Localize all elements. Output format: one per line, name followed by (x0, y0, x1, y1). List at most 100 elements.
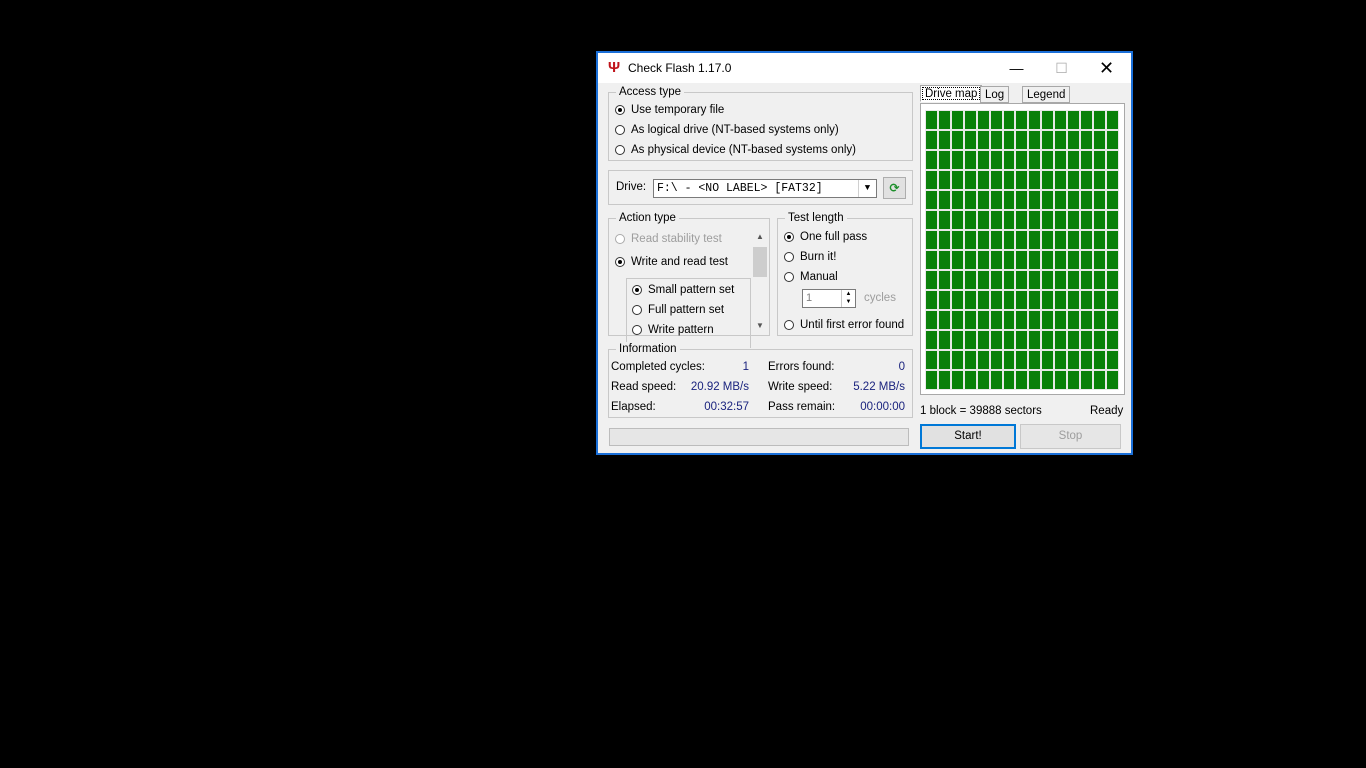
drive-map-block (976, 130, 990, 150)
radio-icon[interactable] (632, 325, 642, 335)
stepper-arrows-icon[interactable]: ▲ ▼ (841, 290, 855, 307)
access-logical-drive-option[interactable]: As logical drive (NT-based systems only) (615, 122, 839, 138)
radio-icon[interactable] (615, 125, 625, 135)
start-button[interactable]: Start! (920, 424, 1016, 449)
one-full-pass-option[interactable]: One full pass (784, 229, 867, 245)
until-first-error-option[interactable]: Until first error found (784, 317, 904, 333)
small-pattern-option[interactable]: Small pattern set (632, 282, 734, 298)
scroll-thumb[interactable] (753, 247, 767, 277)
radio-icon[interactable] (784, 272, 794, 282)
pattern-subgroup: Small pattern set Full pattern set Write… (626, 278, 751, 348)
write-read-option[interactable]: Write and read test (615, 254, 728, 270)
drive-map-block (925, 270, 938, 290)
burn-it-option[interactable]: Burn it! (784, 249, 836, 265)
drive-map-block (1002, 110, 1016, 130)
drive-map-block (925, 350, 938, 370)
drive-map-block (976, 330, 990, 350)
drive-map-block (1080, 290, 1093, 310)
radio-icon[interactable] (615, 257, 625, 267)
action-scrollbar[interactable]: ▲ ▼ (752, 229, 768, 334)
title-bar[interactable]: Ψ Check Flash 1.17.0 — ☐ ✕ (598, 53, 1131, 83)
drive-map-block (950, 170, 964, 190)
drive-map-block (1105, 370, 1119, 390)
write-speed-value: 5.22 MB/s (853, 381, 905, 393)
drive-map-block (976, 310, 990, 330)
minimize-button[interactable]: — (994, 53, 1039, 83)
pass-remain-label: Pass remain: (768, 401, 836, 413)
drive-map-block (989, 350, 1003, 370)
close-button[interactable]: ✕ (1084, 53, 1129, 83)
elapsed-label: Elapsed: (611, 401, 656, 413)
drive-map-block (1105, 290, 1119, 310)
radio-icon[interactable] (632, 305, 642, 315)
maximize-button[interactable]: ☐ (1039, 53, 1084, 83)
drive-map-block (1028, 110, 1042, 130)
radio-icon[interactable] (784, 320, 794, 330)
drive-map-block (1015, 350, 1029, 370)
drive-map-block (976, 190, 990, 210)
radio-icon[interactable] (784, 232, 794, 242)
drive-map-block (1105, 170, 1119, 190)
refresh-button[interactable]: ⟳ (883, 177, 906, 199)
errors-found-label: Errors found: (768, 361, 835, 373)
radio-icon[interactable] (632, 285, 642, 295)
drive-map-block (1080, 270, 1093, 290)
drive-map-block (1067, 330, 1081, 350)
scroll-up-icon[interactable]: ▲ (752, 229, 768, 245)
drive-map-block (1054, 270, 1068, 290)
drive-map-block (1041, 230, 1055, 250)
drive-map-block (1092, 150, 1106, 170)
write-pattern-option[interactable]: Write pattern (632, 322, 714, 338)
drive-map-block (1080, 370, 1093, 390)
drive-map-block (937, 110, 951, 130)
drive-map-block (1041, 150, 1055, 170)
drive-map-block (1067, 170, 1081, 190)
errors-found-value: 0 (898, 361, 905, 373)
check-flash-window: Ψ Check Flash 1.17.0 — ☐ ✕ Access type U… (596, 51, 1133, 455)
drive-map-block (1067, 130, 1081, 150)
elapsed-value: 00:32:57 (704, 401, 749, 413)
drive-map-block (1041, 350, 1055, 370)
drive-map-block (989, 310, 1003, 330)
drive-map-block (989, 170, 1003, 190)
drive-map-block (1092, 370, 1106, 390)
chevron-down-icon[interactable]: ▼ (858, 180, 876, 197)
drive-map-block (1028, 350, 1042, 370)
tab-legend[interactable]: Legend (1022, 86, 1071, 103)
drive-map-block (976, 230, 990, 250)
drive-map-block (989, 150, 1003, 170)
manual-option[interactable]: Manual (784, 269, 838, 285)
drive-map-block (1041, 310, 1055, 330)
cycles-stepper[interactable]: 1 ▲ ▼ (802, 289, 856, 308)
drive-label: Drive: (616, 181, 647, 193)
drive-map-block (1092, 270, 1106, 290)
scroll-down-icon[interactable]: ▼ (752, 318, 768, 334)
drive-map-block (963, 250, 977, 270)
drive-map-block (1054, 350, 1068, 370)
radio-icon[interactable] (615, 145, 625, 155)
cycles-value: 1 (806, 292, 813, 304)
drive-map-block (963, 370, 977, 390)
full-pattern-option[interactable]: Full pattern set (632, 302, 724, 318)
window-body: Ψ Check Flash 1.17.0 — ☐ ✕ Access type U… (598, 53, 1131, 453)
tab-log[interactable]: Log (980, 86, 1010, 103)
access-temp-file-option[interactable]: Use temporary file (615, 102, 724, 118)
drive-map-block (1028, 370, 1042, 390)
drive-map-block (937, 190, 951, 210)
drive-select[interactable]: F:\ - <NO LABEL> [FAT32] ▼ (653, 179, 877, 198)
drive-map-block (1054, 330, 1068, 350)
drive-map-block (1002, 190, 1016, 210)
radio-icon[interactable] (784, 252, 794, 262)
drive-map-block (989, 190, 1003, 210)
drive-map-block (1054, 150, 1068, 170)
tab-drive-map[interactable]: Drive map (920, 85, 983, 102)
access-physical-device-option[interactable]: As physical device (NT-based systems onl… (615, 142, 856, 158)
drive-map-block (1041, 270, 1055, 290)
drive-map-block (1092, 130, 1106, 150)
drive-map-block (1080, 150, 1093, 170)
read-stability-option: Read stability test (615, 231, 722, 247)
test-length-title: Test length (785, 211, 847, 225)
stop-button[interactable]: Stop (1020, 424, 1121, 449)
radio-icon[interactable] (615, 105, 625, 115)
drive-map-block (1028, 330, 1042, 350)
